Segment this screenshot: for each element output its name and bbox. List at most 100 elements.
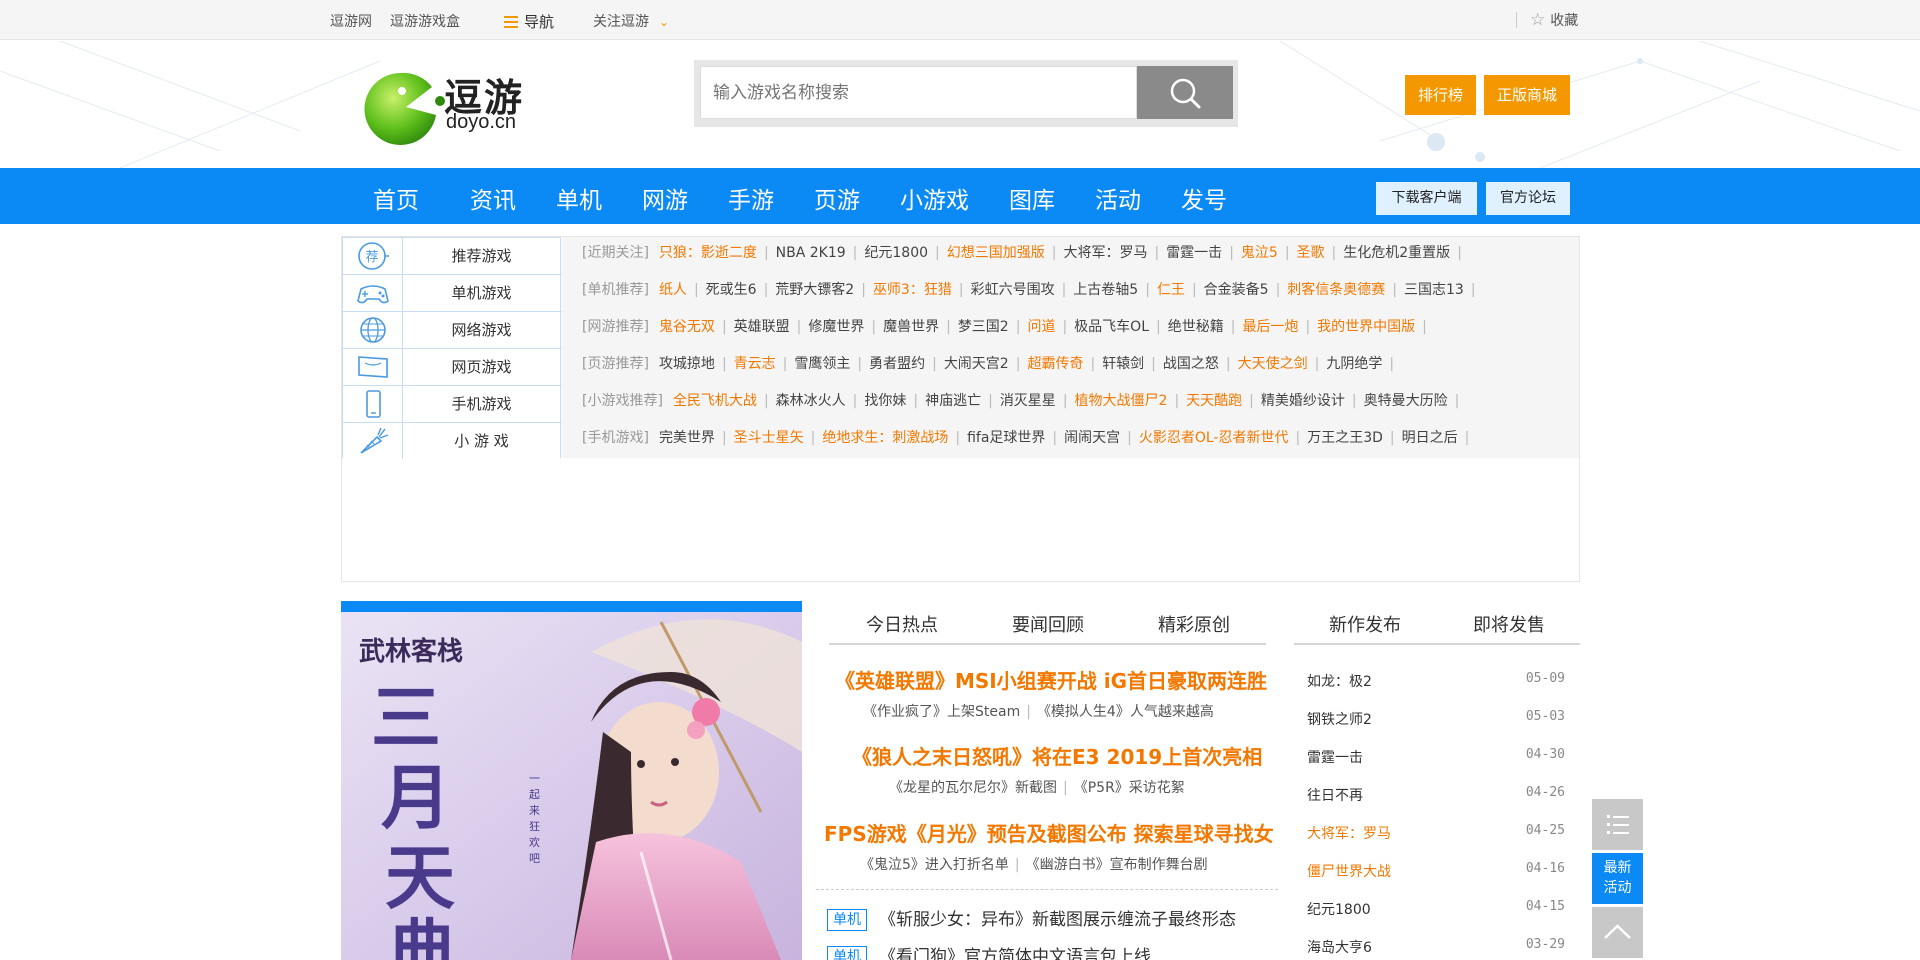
category-webgame[interactable]: 网页游戏 bbox=[343, 349, 562, 386]
category-mobile[interactable]: 手机游戏 bbox=[343, 386, 562, 423]
row-tag[interactable]: [小游戏推荐] bbox=[582, 393, 663, 409]
sub-link[interactable]: 《模拟人生4》人气越来越高 bbox=[1037, 704, 1214, 720]
nav-item-single[interactable]: 单机 bbox=[556, 181, 602, 215]
game-link[interactable]: 绝世秘籍 bbox=[1168, 319, 1224, 335]
nav-item-news[interactable]: 资讯 bbox=[470, 181, 516, 215]
search-button[interactable] bbox=[1137, 66, 1233, 119]
nav-item-codes[interactable]: 发号 bbox=[1181, 181, 1227, 215]
release-item[interactable]: 钢铁之师2 05-03 bbox=[1307, 709, 1565, 733]
game-link[interactable]: 精美婚纱设计 bbox=[1261, 393, 1345, 409]
news-list-item[interactable]: 单机 《看门狗》官方简体中文语言包上线 bbox=[827, 942, 1151, 960]
game-link[interactable]: NBA 2K19 bbox=[776, 245, 846, 261]
game-link[interactable]: 鬼泣5 bbox=[1241, 245, 1278, 261]
sub-link[interactable]: 《鬼泣5》进入打折名单 bbox=[860, 857, 1009, 873]
game-link[interactable]: 梦三国2 bbox=[958, 319, 1009, 335]
game-link[interactable]: 圣斗士星矢 bbox=[734, 430, 804, 446]
float-menu-button[interactable] bbox=[1592, 799, 1643, 850]
game-link[interactable]: 圣歌 bbox=[1297, 245, 1325, 261]
game-link[interactable]: 植物大战僵尸2 bbox=[1075, 393, 1168, 409]
headline-2[interactable]: 《狼人之末日怒吼》将在E3 2019上首次亮相 bbox=[852, 741, 1262, 770]
row-tag[interactable]: [单机推荐] bbox=[582, 282, 649, 298]
nav-item-home[interactable]: 首页 bbox=[373, 181, 419, 215]
nav-menu-button[interactable]: 导航 bbox=[504, 11, 554, 32]
game-link[interactable]: 战国之怒 bbox=[1163, 356, 1219, 372]
game-link[interactable]: 彩虹六号围攻 bbox=[971, 282, 1055, 298]
release-item[interactable]: 僵尸世界大战 04-16 bbox=[1307, 861, 1565, 885]
game-link[interactable]: 极品飞车OL bbox=[1074, 319, 1149, 335]
row-tag[interactable]: [近期关注] bbox=[582, 245, 649, 261]
game-link[interactable]: 消灭星星 bbox=[1000, 393, 1056, 409]
game-link[interactable]: 幻想三国加强版 bbox=[947, 245, 1045, 261]
game-link[interactable]: 完美世界 bbox=[659, 430, 715, 446]
site-home-link[interactable]: 逗游网 bbox=[330, 11, 372, 31]
game-link[interactable]: 纪元1800 bbox=[864, 245, 928, 261]
tab-coming-soon[interactable]: 即将发售 bbox=[1473, 611, 1545, 637]
game-link[interactable]: 九阴绝学 bbox=[1326, 356, 1382, 372]
game-link[interactable]: 上古卷轴5 bbox=[1073, 282, 1138, 298]
game-link[interactable]: 雷霆一击 bbox=[1166, 245, 1222, 261]
category-recommend[interactable]: 荐 推荐游戏 bbox=[343, 238, 562, 275]
game-link[interactable]: 三国志13 bbox=[1404, 282, 1464, 298]
favorite-button[interactable]: ☆ 收藏 bbox=[1530, 10, 1578, 30]
game-link[interactable]: 闹闹天宫 bbox=[1064, 430, 1120, 446]
game-link[interactable]: 超霸传奇 bbox=[1027, 356, 1083, 372]
release-item[interactable]: 大将军：罗马 04-25 bbox=[1307, 823, 1565, 847]
game-link[interactable]: 青云志 bbox=[734, 356, 776, 372]
store-button[interactable]: 正版商城 bbox=[1484, 75, 1570, 115]
banner-artwork-image[interactable]: 武林客栈 三 月 天 典 一起来 狂欢吧 bbox=[341, 612, 802, 960]
game-link[interactable]: 火影忍者OL-忍者新世代 bbox=[1139, 430, 1289, 446]
search-input[interactable] bbox=[700, 66, 1137, 119]
game-link[interactable]: 轩辕剑 bbox=[1102, 356, 1144, 372]
nav-item-events[interactable]: 活动 bbox=[1095, 181, 1141, 215]
row-tag[interactable]: [页游推荐] bbox=[582, 356, 649, 372]
release-item[interactable]: 雷霆一击 04-30 bbox=[1307, 747, 1565, 771]
logo-text-en[interactable]: doyo.cn bbox=[446, 111, 516, 134]
game-link[interactable]: 攻城掠地 bbox=[659, 356, 715, 372]
game-link[interactable]: 大将军：罗马 bbox=[1063, 245, 1147, 261]
game-link[interactable]: 生化危机2重置版 bbox=[1343, 245, 1450, 261]
nav-item-webgame[interactable]: 页游 bbox=[814, 181, 860, 215]
release-item[interactable]: 纪元1800 04-15 bbox=[1307, 899, 1565, 923]
tab-new-releases[interactable]: 新作发布 bbox=[1329, 611, 1401, 637]
game-link[interactable]: 修魔世界 bbox=[808, 319, 864, 335]
category-online[interactable]: 网络游戏 bbox=[343, 312, 562, 349]
sub-link[interactable]: 《龙星的瓦尔尼尔》新截图 bbox=[889, 780, 1057, 796]
game-link[interactable]: 死或生6 bbox=[706, 282, 757, 298]
row-tag[interactable]: [手机游戏] bbox=[582, 430, 649, 446]
game-link[interactable]: 雪鹰领主 bbox=[794, 356, 850, 372]
game-link[interactable]: 荒野大镖客2 bbox=[775, 282, 854, 298]
game-link[interactable]: 神庙逃亡 bbox=[925, 393, 981, 409]
gamebox-link[interactable]: 逗游游戏盒 bbox=[390, 11, 460, 31]
game-link[interactable]: 问道 bbox=[1027, 319, 1055, 335]
game-link[interactable]: 全民飞机大战 bbox=[673, 393, 757, 409]
game-link[interactable]: 英雄联盟 bbox=[734, 319, 790, 335]
game-link[interactable]: fifa足球世界 bbox=[967, 430, 1045, 446]
nav-item-online[interactable]: 网游 bbox=[642, 181, 688, 215]
official-forum-button[interactable]: 官方论坛 bbox=[1486, 182, 1570, 215]
tab-news-review[interactable]: 要闻回顾 bbox=[1012, 611, 1084, 637]
download-client-button[interactable]: 下载客户端 bbox=[1376, 182, 1477, 215]
release-item[interactable]: 往日不再 04-26 bbox=[1307, 785, 1565, 809]
game-link[interactable]: 森林冰火人 bbox=[776, 393, 846, 409]
game-link[interactable]: 明日之后 bbox=[1402, 430, 1458, 446]
game-link[interactable]: 只狼：影逝二度 bbox=[659, 245, 757, 261]
sub-link[interactable]: 《P5R》采访花絮 bbox=[1074, 780, 1185, 796]
game-link[interactable]: 我的世界中国版 bbox=[1317, 319, 1415, 335]
tab-today-hot[interactable]: 今日热点 bbox=[866, 611, 938, 637]
game-link[interactable]: 找你妹 bbox=[864, 393, 906, 409]
category-minigame[interactable]: 小 游 戏 bbox=[343, 423, 562, 460]
release-item[interactable]: 如龙：极2 05-09 bbox=[1307, 671, 1565, 695]
headline-1[interactable]: 《英雄联盟》MSI小组赛开战 iG首日豪取两连胜 bbox=[835, 665, 1267, 694]
game-link[interactable]: 魔兽世界 bbox=[883, 319, 939, 335]
tab-originals[interactable]: 精彩原创 bbox=[1158, 611, 1230, 637]
game-link[interactable]: 鬼谷无双 bbox=[659, 319, 715, 335]
category-single[interactable]: 单机游戏 bbox=[343, 275, 562, 312]
game-link[interactable]: 大闹天宫2 bbox=[944, 356, 1009, 372]
game-link[interactable]: 最后一炮 bbox=[1242, 319, 1298, 335]
featured-banner[interactable]: 武林客栈 三 月 天 典 一起来 狂欢吧 bbox=[341, 601, 802, 960]
game-link[interactable]: 纸人 bbox=[659, 282, 687, 298]
sub-link[interactable]: 《幽游白书》宣布制作舞台剧 bbox=[1026, 857, 1208, 873]
game-link[interactable]: 巫师3：狂猎 bbox=[873, 282, 952, 298]
nav-item-mobile[interactable]: 手游 bbox=[728, 181, 774, 215]
game-link[interactable]: 合金装备5 bbox=[1204, 282, 1269, 298]
